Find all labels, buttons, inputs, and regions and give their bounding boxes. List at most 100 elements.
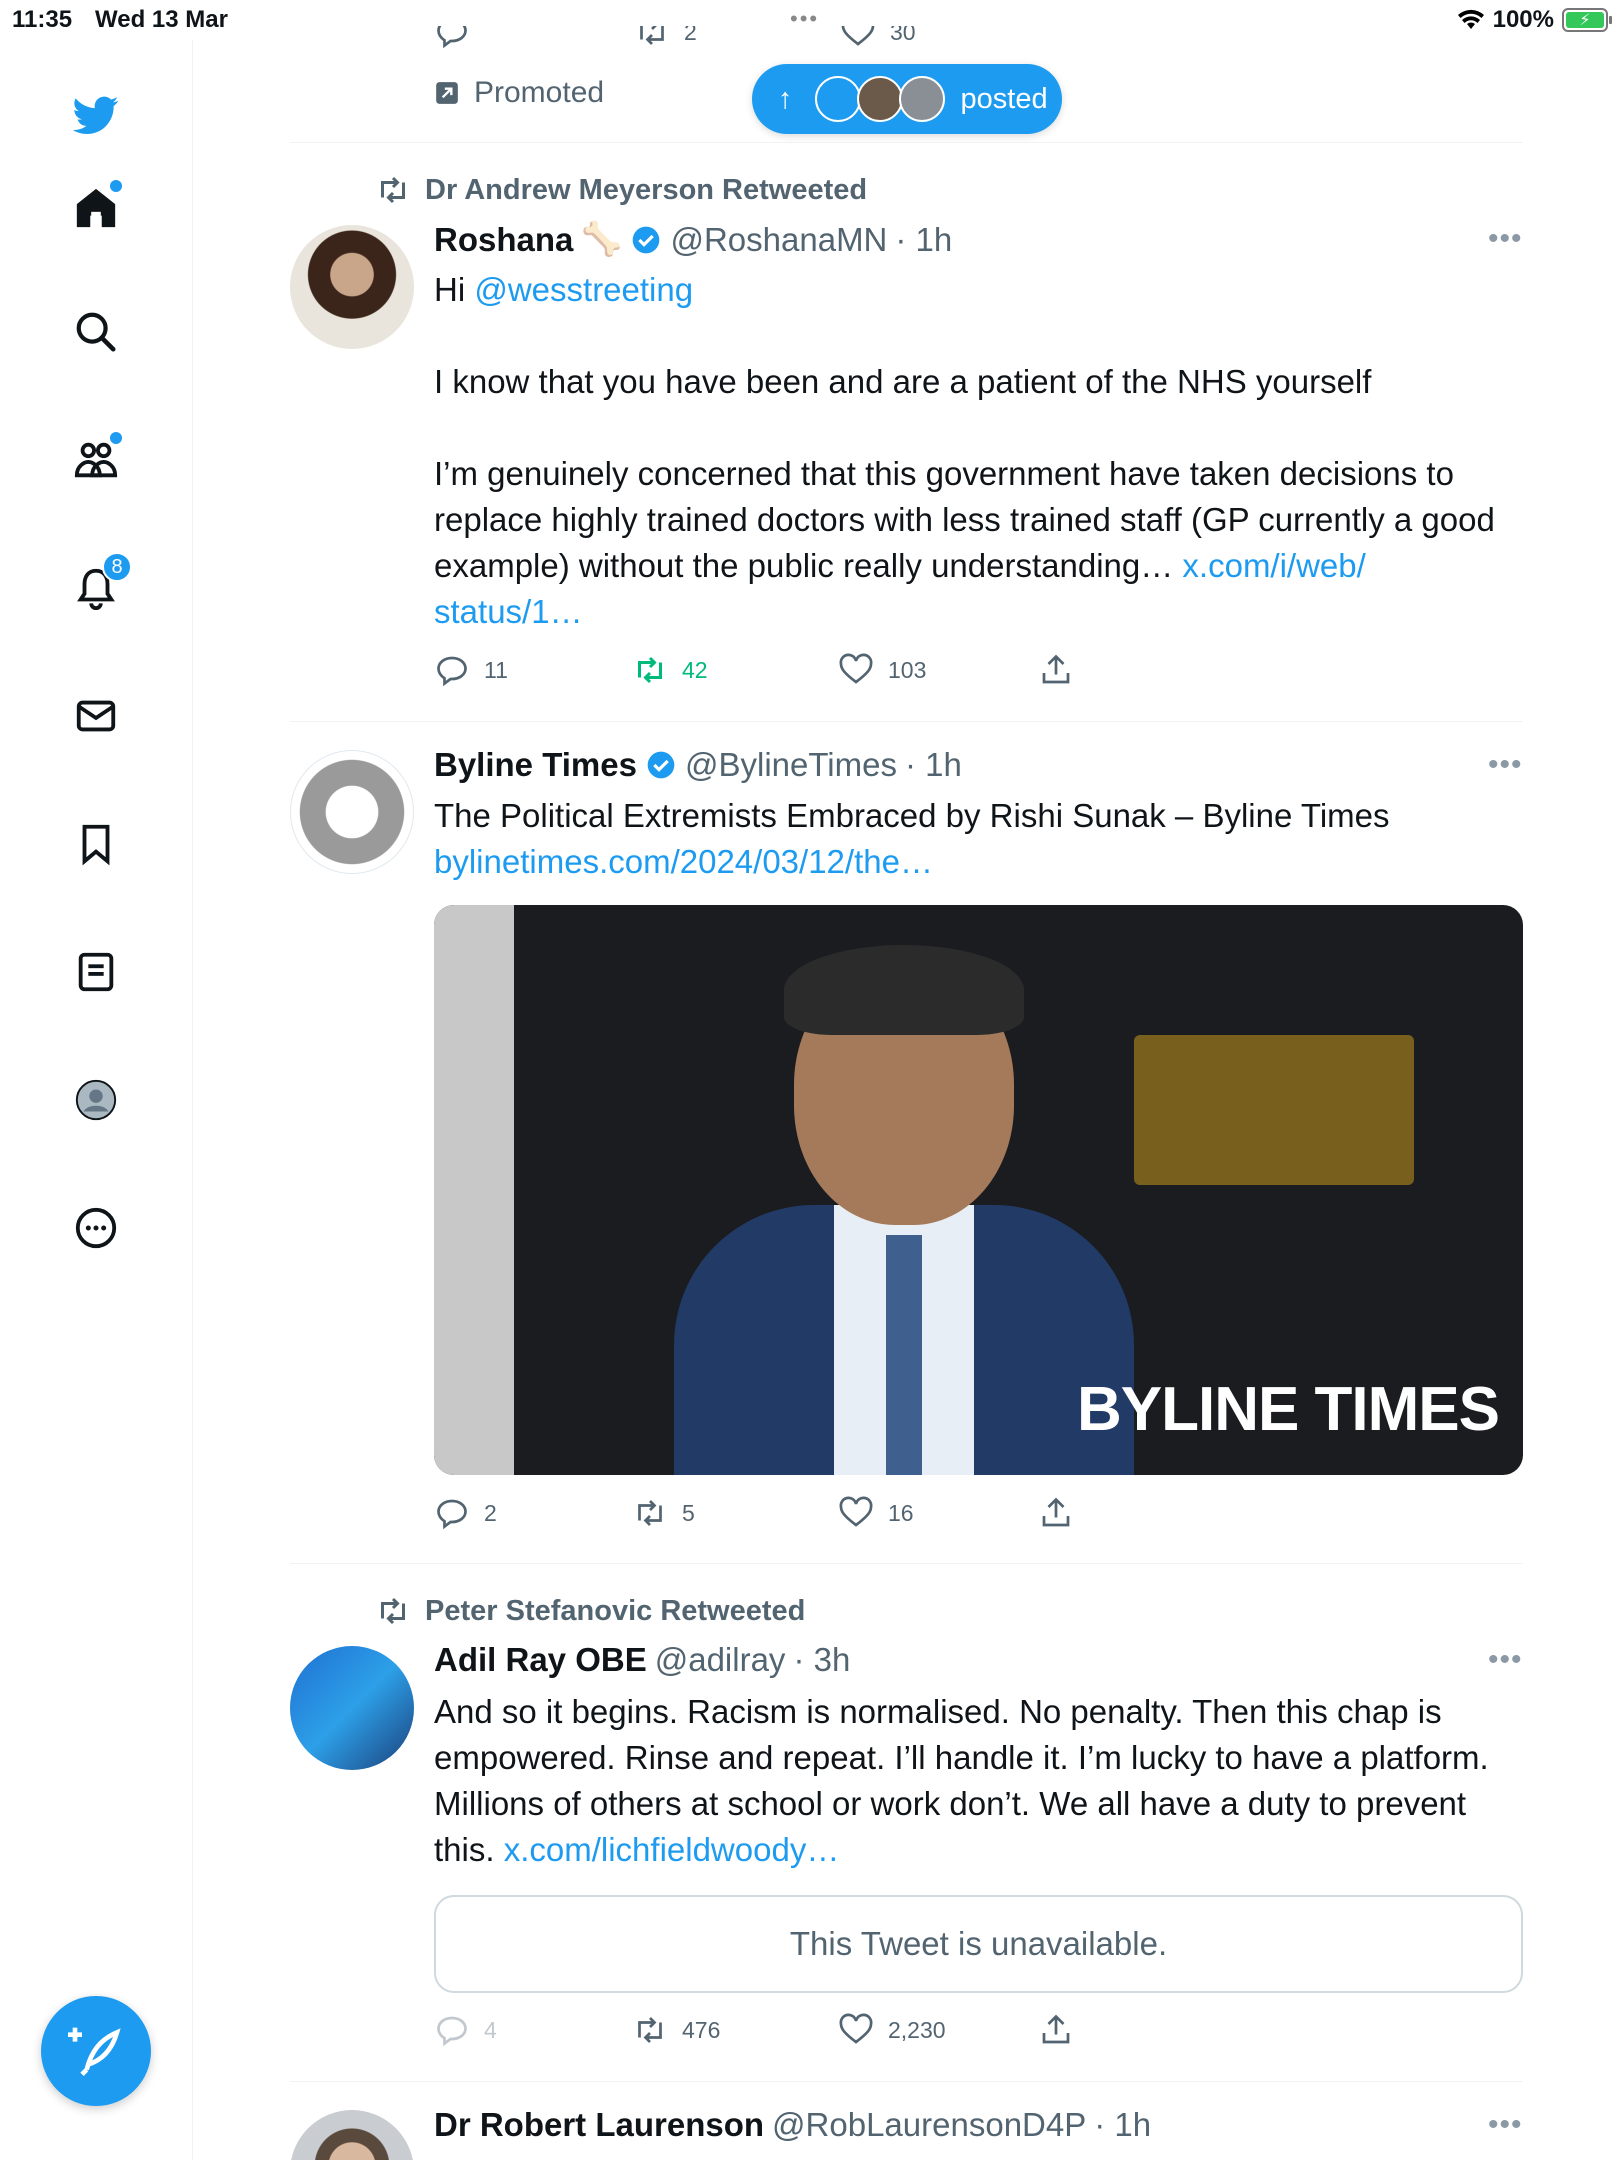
retweet-icon (381, 176, 405, 204)
home-icon[interactable] (66, 178, 126, 238)
tweet-more-icon[interactable]: ••• (1488, 748, 1523, 782)
like-button[interactable]: 2,230 (838, 2012, 946, 2048)
tweet-time: · 1h (1094, 2106, 1152, 2143)
reply-icon (437, 656, 467, 687)
retweet-icon (638, 656, 662, 684)
sidebar: 8 (0, 40, 193, 2160)
divider (290, 2081, 1523, 2082)
avatar[interactable] (290, 225, 414, 349)
tweet-more-icon[interactable]: ••• (1488, 1643, 1523, 1677)
author-handle[interactable]: @RobLaurensonD4P (772, 2106, 1086, 2144)
new-posts-pill[interactable]: ↑ posted (752, 64, 1062, 134)
author-name[interactable]: Dr Robert Laurenson (434, 2106, 764, 2144)
avatar[interactable] (290, 750, 414, 874)
notifications-bell-icon[interactable]: 8 (66, 552, 132, 618)
bookmarks-icon[interactable] (66, 814, 126, 874)
avatar[interactable] (290, 1646, 414, 1770)
promoted-like[interactable]: 30 (840, 26, 916, 50)
author-name[interactable]: Adil Ray OBE (434, 1641, 647, 1679)
author-name[interactable]: Byline Times (434, 746, 637, 784)
tweet-actions: 2 5 16 (434, 1495, 1074, 1535)
author-handle[interactable]: @RoshanaMN (670, 221, 887, 259)
retweet-icon (638, 2017, 662, 2043)
search-icon[interactable] (66, 302, 126, 362)
promoted-reply[interactable] (434, 26, 470, 50)
share-button[interactable] (1038, 2012, 1074, 2048)
retweet-button[interactable]: 42 (632, 652, 708, 688)
tweet-link[interactable]: bylinetimes.com/2024/03/12/the… (434, 839, 1524, 885)
divider (290, 721, 1523, 722)
tweet-header: Dr Robert Laurenson @RobLaurensonD4P · 1… (434, 2106, 1151, 2144)
more-options-icon[interactable] (66, 1198, 126, 1258)
compose-tweet-button[interactable] (41, 1996, 151, 2106)
twitter-logo-icon[interactable] (66, 85, 126, 145)
reply-icon (437, 26, 467, 49)
avatar[interactable] (290, 2110, 414, 2160)
promoted-label: Promoted (434, 76, 604, 110)
reply-button[interactable]: 4 (434, 2012, 497, 2048)
pill-avatar-3 (898, 76, 945, 122)
pill-avatar-1 (814, 76, 861, 122)
tweet-time: · 3h (793, 1641, 851, 1678)
tweet-text: Hi @wesstreeting I know that you have be… (434, 271, 1495, 630)
tweet-text: The Political Extremists Embraced by Ris… (434, 793, 1524, 885)
tweet-header: Byline Times @BylineTimes · 1h (434, 746, 962, 784)
reply-icon (437, 1499, 467, 1530)
retweet-button[interactable]: 476 (632, 2012, 720, 2048)
tweet-actions: 11 42 103 (434, 652, 1074, 692)
author-name[interactable]: Roshana (434, 221, 573, 259)
tweet-more-icon[interactable]: ••• (1488, 222, 1523, 256)
heart-icon (839, 1496, 873, 1527)
battery-icon: ⚡ (1562, 8, 1612, 32)
battery-percent: 100% (1492, 6, 1554, 33)
tweet-header: Roshana 🦴 @RoshanaMN · 1h (434, 220, 952, 259)
tweet-more-icon[interactable]: ••• (1488, 2108, 1523, 2142)
promoted-icon (436, 82, 458, 104)
author-handle[interactable]: @BylineTimes (685, 746, 897, 784)
status-time: 11:35 (12, 6, 73, 33)
media-watermark: BYLINE TIMES (1076, 1375, 1500, 1444)
tweet-time: · 1h (895, 220, 953, 258)
like-button[interactable]: 16 (838, 1495, 914, 1531)
tweet-media-image[interactable]: BYLINE TIMES (434, 905, 1523, 1475)
verified-badge-icon (633, 226, 660, 253)
bone-emoji: 🦴 (581, 220, 623, 257)
messages-icon[interactable] (66, 686, 126, 746)
share-button[interactable] (1038, 1495, 1074, 1531)
retweet-context: Peter Stefanovic Retweeted (375, 1593, 805, 1629)
retweet-icon (640, 26, 664, 45)
communities-icon[interactable] (66, 430, 126, 490)
tweet-link[interactable]: x.com/i/web/ (1182, 547, 1365, 584)
notifications-badge: 8 (102, 552, 132, 582)
share-icon (1042, 1497, 1070, 1527)
retweet-button[interactable]: 5 (632, 1495, 695, 1531)
reply-button[interactable]: 11 (434, 652, 508, 688)
promoted-actions: 2 30 (434, 26, 1074, 56)
new-posts-label: posted (960, 82, 1048, 115)
heart-icon (839, 2013, 873, 2044)
divider (290, 1563, 1523, 1564)
tweet-actions: 4 476 2,230 (434, 2012, 1074, 2052)
tweet-link[interactable]: x.com/lichfieldwoody… (504, 1831, 840, 1868)
feather-plus-icon (68, 2027, 121, 2076)
retweet-context: Dr Andrew Meyerson Retweeted (375, 172, 867, 208)
pill-avatar-2 (856, 76, 903, 122)
share-button[interactable] (1038, 652, 1074, 688)
tweet-link-cont[interactable]: status/1… (434, 593, 583, 630)
share-icon (1042, 2014, 1070, 2044)
promoted-retweet[interactable]: 2 (634, 26, 697, 50)
status-date: Wed 13 Mar (95, 6, 228, 33)
author-handle[interactable]: @adilray (655, 1641, 786, 1679)
tweet-time: · 1h (904, 746, 962, 783)
reply-icon (437, 2016, 467, 2047)
lists-icon[interactable] (66, 942, 126, 1002)
profile-avatar-icon[interactable] (66, 1070, 126, 1130)
reply-button[interactable]: 2 (434, 1495, 497, 1531)
retweet-icon (638, 1500, 662, 1526)
mention-link[interactable]: @wesstreeting (474, 271, 693, 308)
verified-badge-icon (647, 751, 675, 779)
quoted-tweet-unavailable: This Tweet is unavailable. (434, 1895, 1523, 1993)
tweet-header: Adil Ray OBE @adilray · 3h (434, 1641, 850, 1679)
like-button[interactable]: 103 (838, 652, 926, 688)
divider (290, 142, 1523, 143)
